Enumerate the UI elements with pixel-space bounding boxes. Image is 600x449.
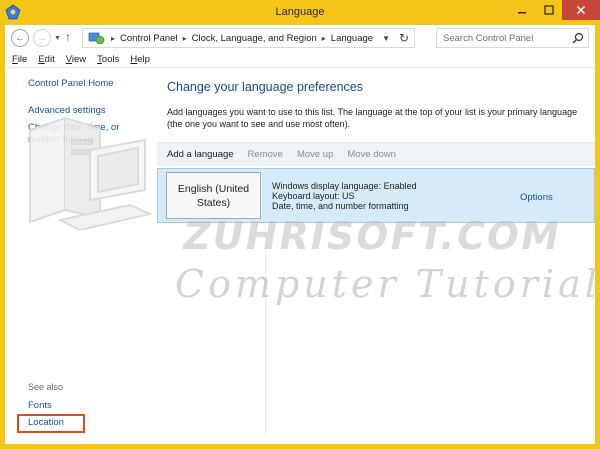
search-icon[interactable] [572, 32, 584, 44]
minimize-icon [518, 12, 526, 14]
address-bar[interactable]: ▸ Control Panel ▸ Clock, Language, and R… [82, 28, 415, 48]
language-name-tile: English (United States) [166, 172, 261, 219]
control-panel-home-link[interactable]: Control Panel Home [28, 78, 154, 90]
keyboard-layout-info: Keyboard layout: US [272, 191, 355, 201]
language-details: Windows display language: Enabled Keyboa… [272, 181, 417, 211]
address-dropdown-icon[interactable]: ▼ [382, 34, 390, 43]
menu-help[interactable]: Help [125, 54, 155, 65]
location-link[interactable]: Location [28, 417, 154, 429]
control-panel-icon [88, 32, 105, 45]
maximize-icon [544, 5, 554, 15]
forward-arrow-icon: → [37, 32, 47, 44]
refresh-icon[interactable]: ↻ [399, 31, 409, 45]
menu-file[interactable]: File [5, 54, 32, 65]
page-title: Change your language preferences [167, 80, 363, 94]
language-toolbar: Add a language Remove Move up Move down [157, 142, 595, 166]
menu-edit[interactable]: Edit [33, 54, 59, 65]
up-arrow-icon[interactable]: ↑ [65, 30, 71, 44]
menu-view-label: iew [71, 53, 87, 65]
search-box[interactable]: Search Control Panel [436, 28, 589, 48]
watermark-site-name: ZUHRISOFT.COM [179, 214, 565, 258]
move-down-button[interactable]: Move down [347, 149, 396, 160]
menu-file-label: ile [17, 53, 28, 65]
close-button[interactable] [562, 0, 600, 20]
breadcrumb-separator-icon: ▸ [111, 33, 116, 43]
menu-help-label: elp [137, 53, 150, 65]
menu-tools[interactable]: Tools [92, 54, 124, 65]
back-arrow-icon: ← [15, 32, 25, 44]
computer-watermark-illustration [29, 116, 154, 230]
remove-button[interactable]: Remove [248, 149, 283, 160]
move-up-button[interactable]: Move up [297, 149, 333, 160]
fonts-link[interactable]: Fonts [28, 400, 154, 412]
language-options-link[interactable]: Options [520, 192, 553, 203]
search-placeholder: Search Control Panel [443, 33, 534, 44]
maximize-button[interactable] [536, 0, 562, 20]
menu-edit-label: dit [44, 53, 55, 65]
display-language-status: Windows display language: Enabled [272, 181, 417, 191]
minimize-button[interactable] [508, 0, 536, 20]
formatting-info: Date, time, and number formatting [272, 201, 409, 211]
menu-view[interactable]: View [61, 54, 91, 65]
add-language-button[interactable]: Add a language [167, 149, 234, 160]
title-bar: Language [0, 0, 600, 25]
navigation-bar: ← → ▼ ↑ ▸ Control Panel ▸ Clock, Languag… [5, 25, 595, 51]
forward-button[interactable]: → [33, 29, 51, 47]
close-icon [576, 5, 586, 15]
menu-tools-label: ools [101, 53, 120, 65]
breadcrumb-clock-language-region[interactable]: Clock, Language, and Region [192, 33, 317, 44]
menu-bar: File Edit View Tools Help [5, 51, 595, 68]
breadcrumb-separator-icon: ▸ [182, 33, 187, 43]
back-button[interactable]: ← [11, 29, 29, 47]
page-description: Add languages you want to use to this li… [167, 107, 578, 129]
breadcrumb-language[interactable]: Language [331, 33, 373, 44]
see-also-heading: See also [28, 382, 64, 392]
watermark-tagline: Computer Tutorial [175, 262, 600, 306]
breadcrumb-separator-icon: ▸ [321, 33, 326, 43]
recent-locations-chevron-icon[interactable]: ▼ [54, 35, 61, 42]
breadcrumb-control-panel[interactable]: Control Panel [120, 33, 178, 44]
